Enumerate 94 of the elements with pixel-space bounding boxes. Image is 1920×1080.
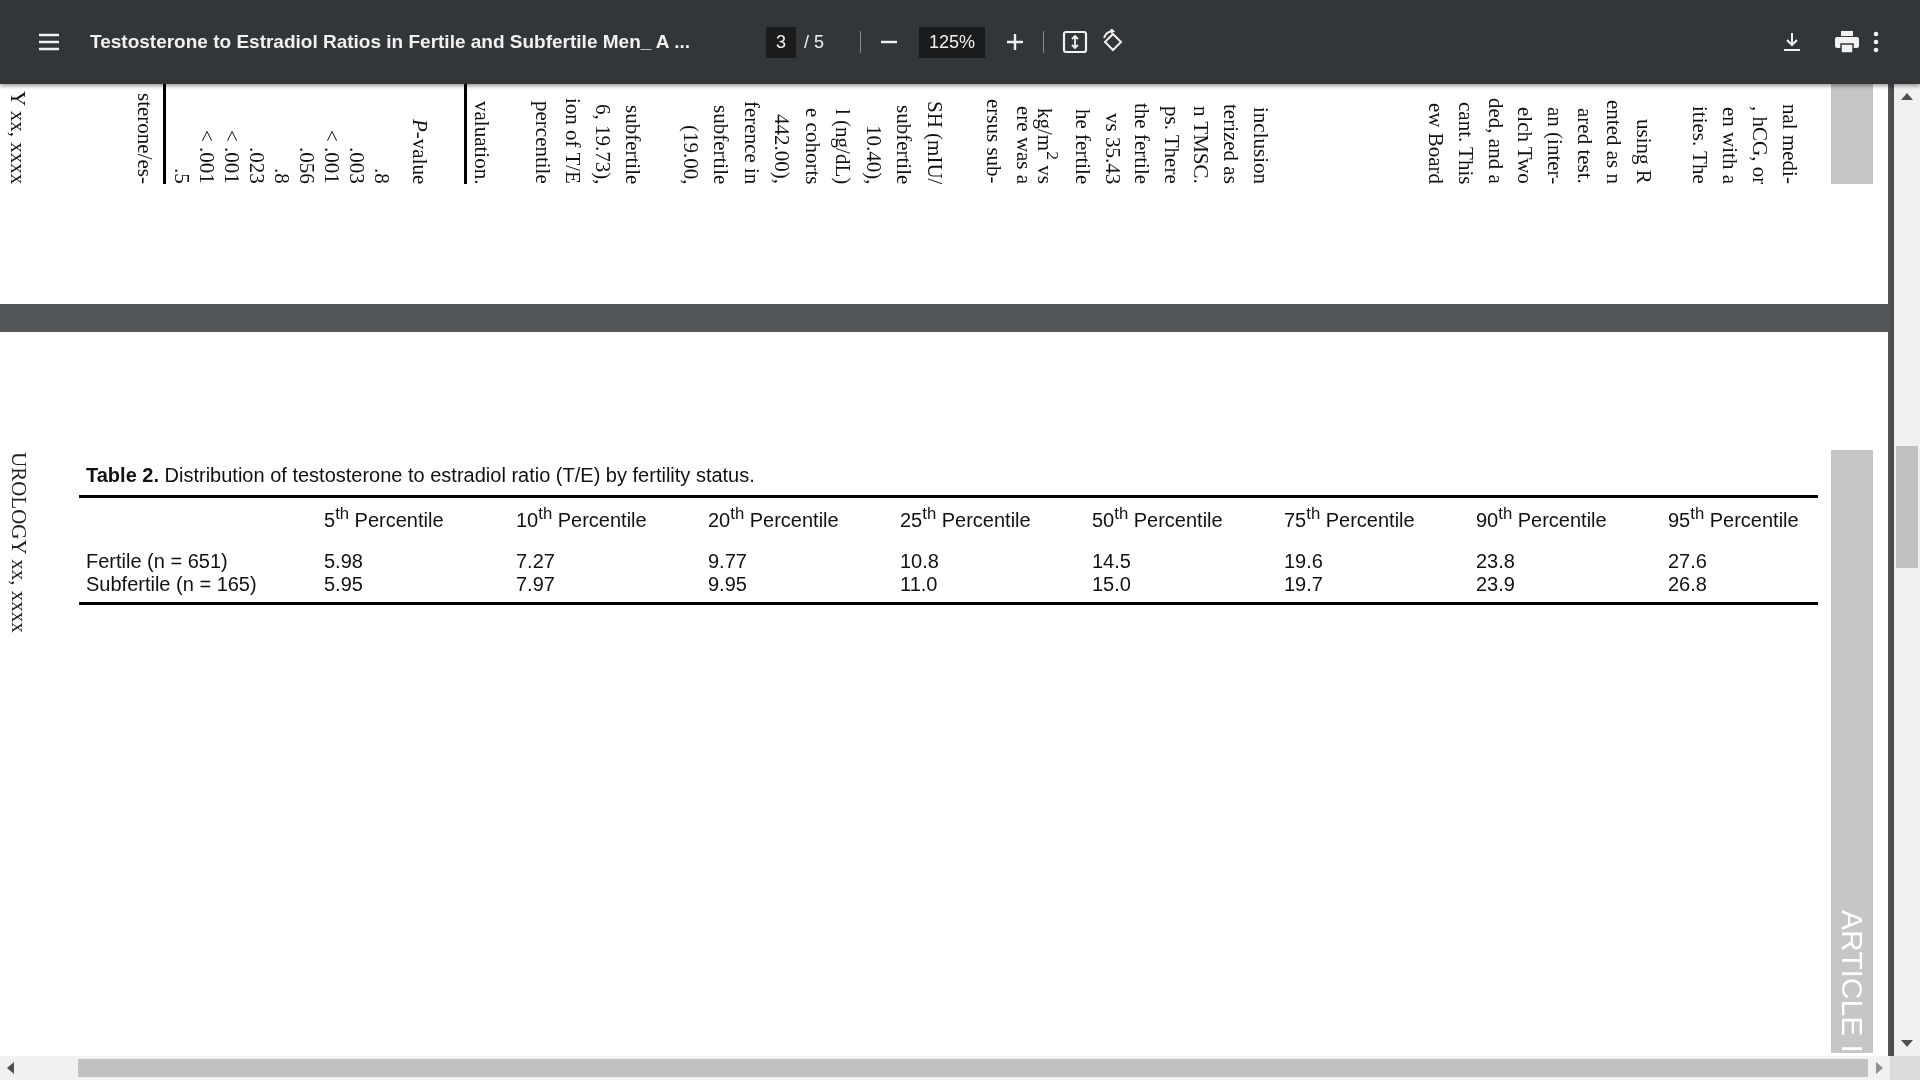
table-cell-text: 19.6 (1284, 549, 1324, 573)
text-line: valuation. (468, 100, 495, 184)
text-line: .8 (368, 168, 394, 184)
column-header: 5$^{th}$ Percentile (324, 504, 445, 533)
text-line: l (ng/dL) (830, 108, 857, 184)
text-line: ersus sub- (981, 99, 1008, 184)
text-line: en with a (1717, 107, 1744, 184)
text-line: n TMSC. (1188, 106, 1215, 184)
table-caption: Table 2. Distribution of testosterone to estradiol ratio (T/E) by fertility status. (86, 464, 756, 487)
text-line: < .001 (193, 130, 219, 184)
scrollbar-corner (1890, 1056, 1920, 1080)
text-line: P-value (406, 118, 432, 184)
text-line: .003 (343, 147, 369, 184)
text-line: ew Board (1423, 102, 1450, 184)
table-cell-text: 23.9 (1476, 572, 1516, 596)
table-cell-text: 14.5 (1092, 549, 1132, 573)
page-number-field[interactable]: 3 (766, 26, 796, 58)
table-cell-text: 27.6 (1668, 549, 1708, 573)
table-cell-text: 19.7 (1284, 572, 1324, 596)
table-cell-text: 26.8 (1668, 572, 1708, 596)
document-title: Testosterone to Estradiol Ratios in Fertile and Subfertile Men_ A ... (90, 31, 691, 53)
text-line: elch Two (1512, 107, 1539, 184)
scrollbar-thumb[interactable] (1896, 446, 1918, 568)
text-line: percentile (529, 101, 556, 184)
more-icon (1872, 31, 1880, 53)
fit-page-icon (1062, 30, 1089, 54)
table-cell-text: 9.77 (708, 549, 748, 573)
table-cell-text: 7.27 (516, 549, 556, 573)
text-line: < .001 (318, 130, 344, 184)
text-line: vs 35.43 (1099, 112, 1126, 184)
text-line: he fertile (1070, 108, 1097, 184)
row-label: Fertile (n = 651) (85, 549, 229, 573)
text-line: subfertile (891, 104, 918, 184)
text-line: .8 (268, 168, 294, 184)
scroll-left-icon (6, 1062, 14, 1074)
text-line: an (inter- (1542, 106, 1568, 184)
page-count: / 5 (804, 31, 825, 53)
text-line: < .001 (218, 130, 244, 184)
text-line: (19.00, (677, 124, 704, 184)
text-line: terized as (1218, 104, 1245, 184)
text-line: nal medi- (1777, 104, 1804, 184)
scroll-right-icon (1876, 1062, 1884, 1074)
column-header: 90$^{th}$ Percentile (1476, 504, 1608, 533)
table-cell-text: 5.98 (324, 549, 364, 573)
plus-icon (1005, 32, 1026, 52)
text-line: ented as n (1601, 100, 1628, 184)
column-header: 10$^{th}$ Percentile (516, 504, 648, 533)
scroll-up-icon (1901, 92, 1913, 100)
table-cell-text: 11.0 (900, 572, 939, 596)
text-line: sterone/es- (133, 93, 157, 184)
text-line: the fertile (1129, 102, 1156, 184)
text-line: ared test. (1571, 108, 1598, 184)
text-line: ded, and a (1482, 98, 1509, 184)
table-cell-text: 5.95 (324, 572, 364, 596)
running-head: UROLOGY xx, xxxx (6, 452, 31, 633)
text-line: subfertile (619, 104, 646, 184)
text-line: ion of T/E (559, 98, 586, 184)
scroll-down-icon (1901, 1040, 1913, 1048)
text-line: .5 (168, 168, 194, 184)
zoom-field[interactable]: 125% (919, 26, 986, 58)
text-line: , hCG, or (1747, 105, 1774, 184)
text-line: e cohorts (799, 107, 826, 184)
vertical-scrollbar[interactable] (1890, 84, 1920, 1056)
text-line: ities. The (1687, 106, 1714, 184)
row-label: Subfertile (n = 165) (85, 572, 258, 596)
text-line: .056 (293, 147, 319, 184)
column-header: 75$^{th}$ Percentile (1284, 504, 1416, 533)
text-line: subfertile (708, 104, 735, 184)
column-header: 50$^{th}$ Percentile (1092, 504, 1224, 533)
text-line: ference in (738, 100, 765, 184)
column-header: 20$^{th}$ Percentile (708, 504, 840, 533)
table-cell-text: 9.95 (708, 572, 748, 596)
text-line: inclusion (1247, 107, 1274, 184)
minus-icon (879, 40, 900, 44)
text-line: 10.40), (860, 124, 887, 184)
table-cell-text: 15.0 (1092, 572, 1132, 596)
menu-icon (38, 33, 60, 51)
text-line: .023 (243, 147, 269, 184)
text-line: Y xx, xxxx (6, 90, 30, 184)
column-header: 25$^{th}$ Percentile (900, 504, 1032, 533)
text-line: SH (mIU/ (921, 100, 948, 184)
table-cell-text: 23.8 (1476, 549, 1516, 573)
scrollbar-thumb[interactable] (78, 1059, 1868, 1077)
horizontal-scrollbar[interactable] (0, 1056, 1890, 1080)
download-icon (1782, 31, 1802, 53)
text-line: using R (1631, 119, 1658, 184)
column-header: 95$^{th}$ Percentile (1668, 504, 1800, 533)
text-line: ps. There (1158, 106, 1185, 184)
text-line: cant. This (1452, 101, 1479, 184)
text-line: 442.00), (769, 114, 796, 184)
table-cell-text: 10.8 (900, 549, 940, 573)
text-line: 6, 19.73), (589, 103, 616, 184)
printer-icon (1834, 30, 1860, 54)
table-cell-text: 7.97 (516, 572, 556, 596)
